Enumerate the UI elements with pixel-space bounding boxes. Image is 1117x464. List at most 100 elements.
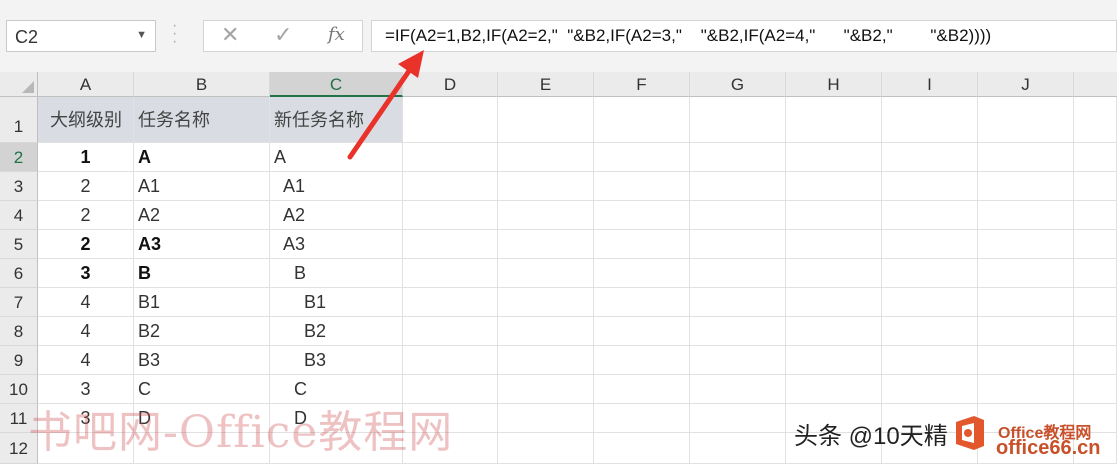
cell-b4[interactable]: A2 [134,201,270,230]
cell-b7[interactable]: B1 [134,288,270,317]
cell-h1[interactable] [786,97,882,143]
cell-h10[interactable] [786,375,882,404]
cell-h8[interactable] [786,317,882,346]
cell-d4[interactable] [403,201,498,230]
cell-j10[interactable] [978,375,1074,404]
cell-c1[interactable]: 新任务名称 [270,97,403,143]
cell-i3[interactable] [882,172,978,201]
cell-i7[interactable] [882,288,978,317]
cell-e2[interactable] [498,143,594,172]
cell-d5[interactable] [403,230,498,259]
cell-c3[interactable]: A1 [270,172,403,201]
cell-f12[interactable] [594,433,690,464]
column-header-e[interactable]: E [498,72,594,97]
cell-b6[interactable]: B [134,259,270,288]
cell-g3[interactable] [690,172,786,201]
cell-f9[interactable] [594,346,690,375]
cell-i5[interactable] [882,230,978,259]
row-header-7[interactable]: 7 [0,288,38,317]
cell-a4[interactable]: 2 [38,201,134,230]
row-header-6[interactable]: 6 [0,259,38,288]
cell-a8[interactable]: 4 [38,317,134,346]
cell-d1[interactable] [403,97,498,143]
cell-e11[interactable] [498,404,594,433]
cell-d3[interactable] [403,172,498,201]
cell-b9[interactable]: B3 [134,346,270,375]
close-icon[interactable]: ✕ [221,22,239,48]
cell-j4[interactable] [978,201,1074,230]
cell-h9[interactable] [786,346,882,375]
cell-f3[interactable] [594,172,690,201]
cell-e3[interactable] [498,172,594,201]
cell-g11[interactable] [690,404,786,433]
cell-g5[interactable] [690,230,786,259]
cell-c2[interactable]: A [270,143,403,172]
cell-a1[interactable]: 大纲级别 [38,97,134,143]
cell-c5[interactable]: A3 [270,230,403,259]
row-header-8[interactable]: 8 [0,317,38,346]
select-all-corner[interactable] [0,72,38,97]
row-header-2[interactable]: 2 [0,143,38,172]
cell-d8[interactable] [403,317,498,346]
cell-f2[interactable] [594,143,690,172]
cell-e9[interactable] [498,346,594,375]
cell-f1[interactable] [594,97,690,143]
cell-c4[interactable]: A2 [270,201,403,230]
cell-h5[interactable] [786,230,882,259]
cell-g10[interactable] [690,375,786,404]
cell-f8[interactable] [594,317,690,346]
cell-f4[interactable] [594,201,690,230]
cell-a5[interactable]: 2 [38,230,134,259]
cell-e4[interactable] [498,201,594,230]
cell-e5[interactable] [498,230,594,259]
cell-j8[interactable] [978,317,1074,346]
cell-g1[interactable] [690,97,786,143]
cell-i9[interactable] [882,346,978,375]
cell-f7[interactable] [594,288,690,317]
cell-h4[interactable] [786,201,882,230]
cell-j3[interactable] [978,172,1074,201]
cell-f5[interactable] [594,230,690,259]
insert-function-button[interactable]: fx [328,24,345,45]
column-header-b[interactable]: B [134,72,270,97]
column-header-c[interactable]: C [270,72,403,97]
cell-b8[interactable]: B2 [134,317,270,346]
cell-e8[interactable] [498,317,594,346]
cell-i1[interactable] [882,97,978,143]
column-header-h[interactable]: H [786,72,882,97]
cell-e7[interactable] [498,288,594,317]
name-box[interactable]: C2 ▼ [6,20,156,52]
cell-d2[interactable] [403,143,498,172]
cell-a2[interactable]: 1 [38,143,134,172]
cell-d9[interactable] [403,346,498,375]
cell-j7[interactable] [978,288,1074,317]
cell-g6[interactable] [690,259,786,288]
cell-a9[interactable]: 4 [38,346,134,375]
column-header-j[interactable]: J [978,72,1074,97]
cell-j1[interactable] [978,97,1074,143]
cell-g9[interactable] [690,346,786,375]
cell-d7[interactable] [403,288,498,317]
cell-h6[interactable] [786,259,882,288]
chevron-down-icon[interactable]: ▼ [136,29,147,41]
checkmark-icon[interactable]: ✓ [274,22,292,48]
cell-f11[interactable] [594,404,690,433]
column-header-d[interactable]: D [403,72,498,97]
cell-i2[interactable] [882,143,978,172]
cell-f10[interactable] [594,375,690,404]
cell-i4[interactable] [882,201,978,230]
cell-i6[interactable] [882,259,978,288]
cell-g7[interactable] [690,288,786,317]
row-header-5[interactable]: 5 [0,230,38,259]
cell-h2[interactable] [786,143,882,172]
cell-a7[interactable]: 4 [38,288,134,317]
cell-a3[interactable]: 2 [38,172,134,201]
cell-c6[interactable]: B [270,259,403,288]
cell-c7[interactable]: B1 [270,288,403,317]
cell-e1[interactable] [498,97,594,143]
cell-b3[interactable]: A1 [134,172,270,201]
cell-e10[interactable] [498,375,594,404]
cell-h7[interactable] [786,288,882,317]
cell-h3[interactable] [786,172,882,201]
row-header-4[interactable]: 4 [0,201,38,230]
